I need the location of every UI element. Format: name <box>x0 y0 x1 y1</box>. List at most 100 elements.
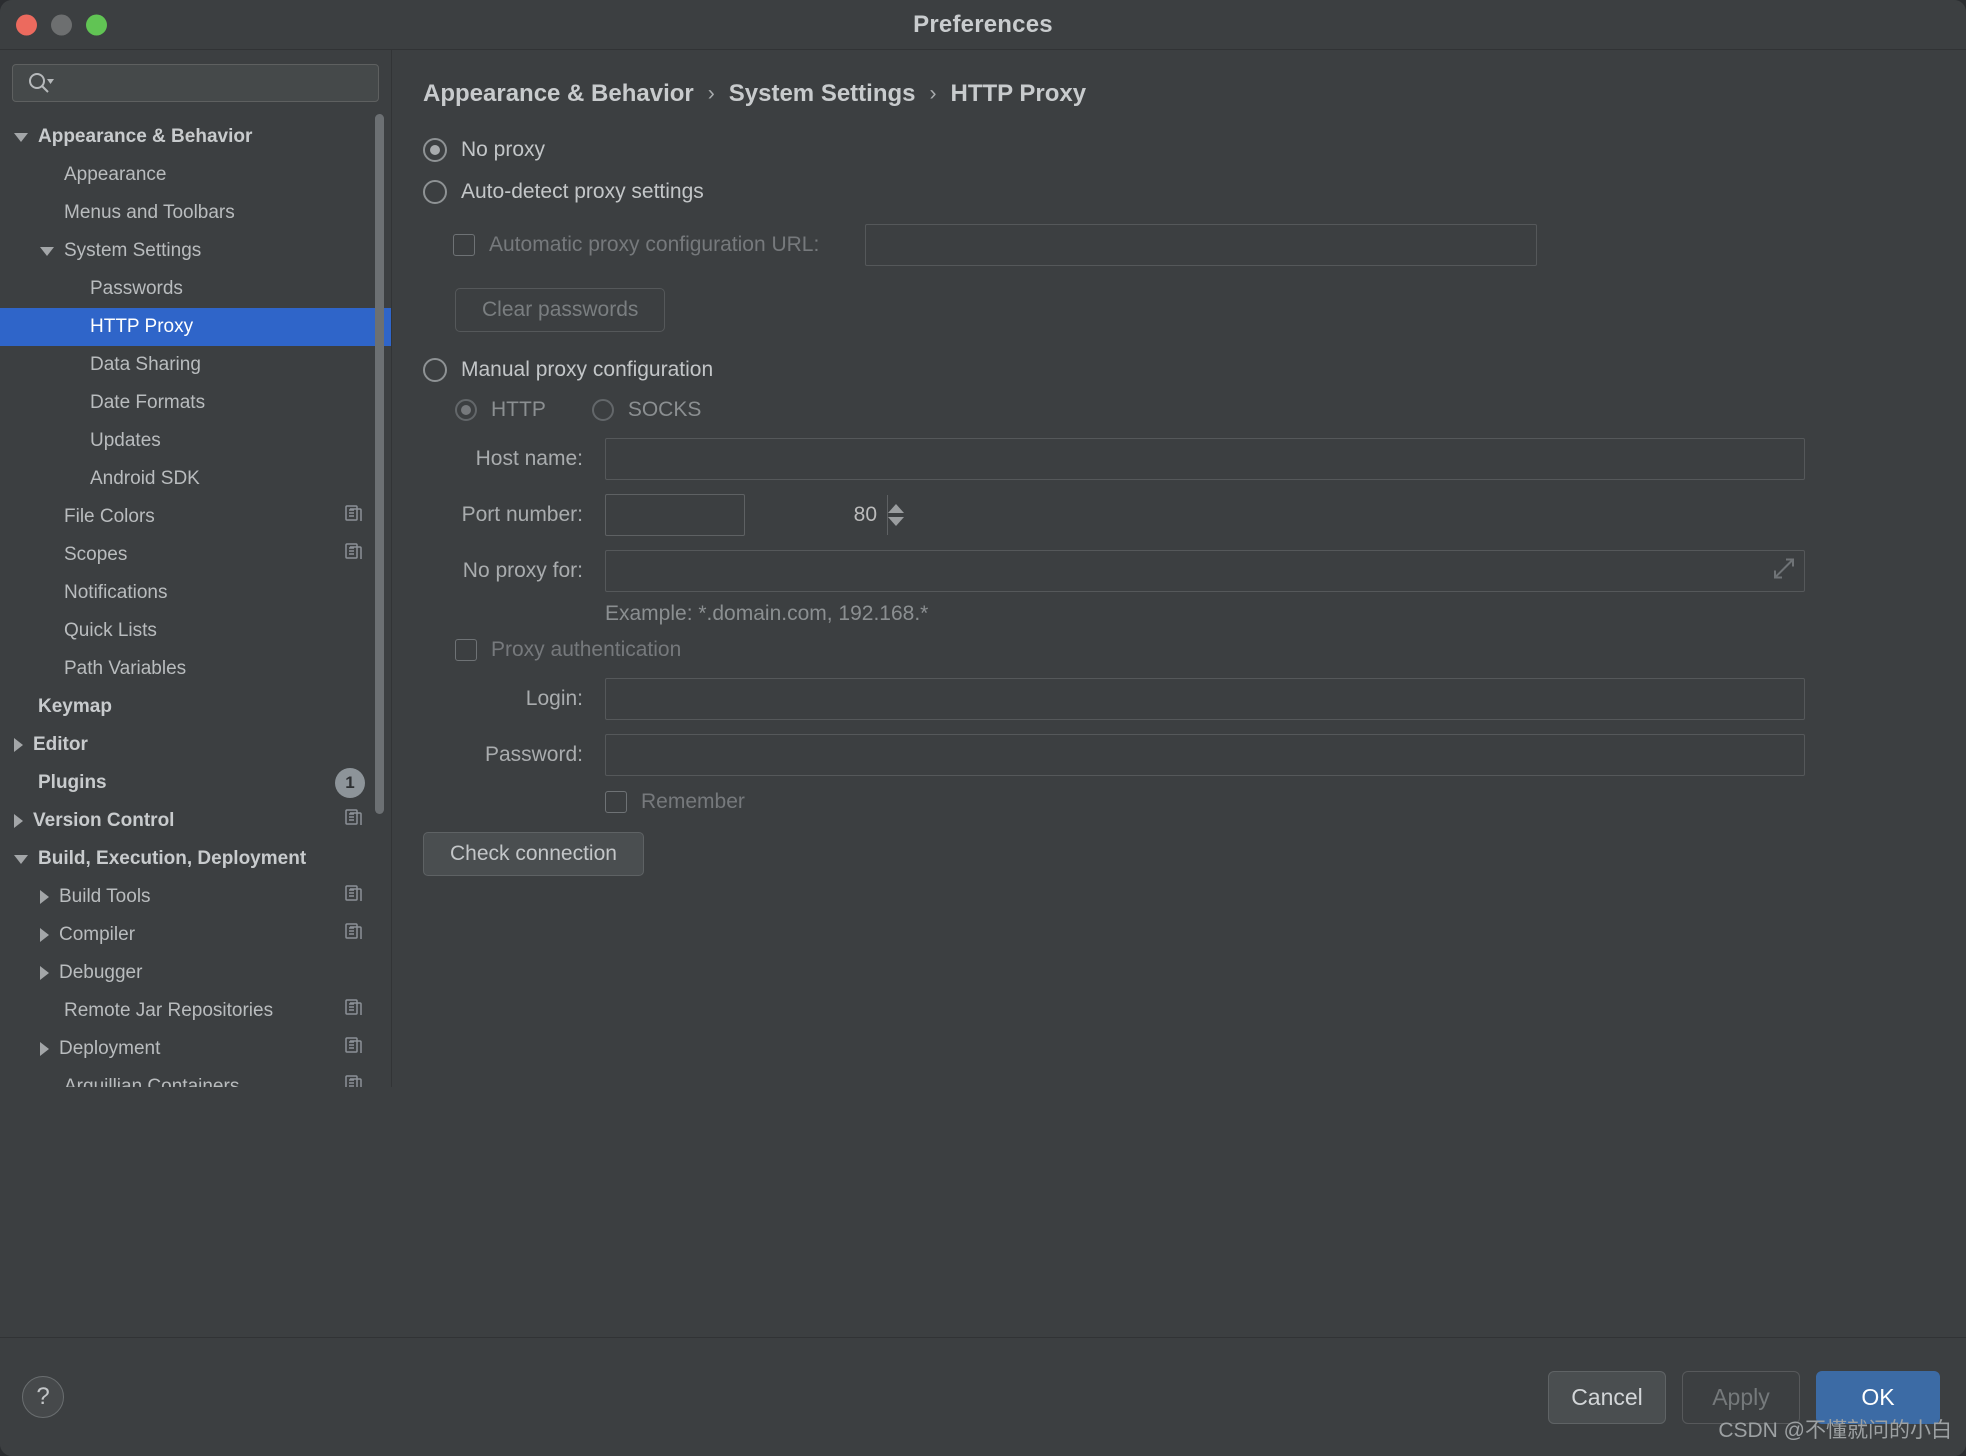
clear-passwords-button[interactable]: Clear passwords <box>455 288 666 332</box>
sidebar-item-label: Quick Lists <box>64 620 157 641</box>
sidebar-item-keymap[interactable]: Keymap <box>0 688 391 726</box>
password-input[interactable] <box>605 734 1805 776</box>
sidebar-scrollbar[interactable] <box>375 114 384 814</box>
auto-detect-radio[interactable] <box>423 180 447 204</box>
copy-settings-icon[interactable] <box>343 921 365 949</box>
sidebar-item-appearance[interactable]: Appearance <box>0 156 391 194</box>
stepper-arrows[interactable] <box>887 495 904 535</box>
minimize-window-button[interactable] <box>51 14 72 35</box>
no-proxy-label: No proxy <box>461 138 546 161</box>
sidebar-item-label: Notifications <box>64 582 168 603</box>
chevron-down-icon[interactable] <box>14 854 28 864</box>
sidebar-item-label: Path Variables <box>64 658 187 679</box>
stepper-down-icon[interactable] <box>888 517 904 526</box>
expand-icon[interactable] <box>1771 556 1797 587</box>
stepper-up-icon[interactable] <box>888 504 904 513</box>
chevron-down-icon[interactable] <box>40 246 54 256</box>
sidebar-item-updates[interactable]: Updates <box>0 422 391 460</box>
zoom-window-button[interactable] <box>86 14 107 35</box>
sidebar-item-remote-jar-repositories[interactable]: Remote Jar Repositories <box>0 992 391 1030</box>
sidebar-item-scopes[interactable]: Scopes <box>0 536 391 574</box>
sidebar-item-version-control[interactable]: Version Control <box>0 802 391 840</box>
sidebar-item-passwords[interactable]: Passwords <box>0 270 391 308</box>
remember-checkbox[interactable] <box>605 791 627 813</box>
clear-passwords-row: Clear passwords <box>455 288 1936 332</box>
search-input[interactable] <box>55 73 378 93</box>
copy-settings-icon[interactable] <box>343 503 365 531</box>
copy-settings-icon[interactable] <box>343 541 365 569</box>
manual-proxy-row[interactable]: Manual proxy configuration <box>423 358 1936 382</box>
traffic-light-controls <box>16 14 107 35</box>
sidebar-item-label: Arquillian Containers <box>64 1076 240 1087</box>
sidebar-item-menus-and-toolbars[interactable]: Menus and Toolbars <box>0 194 391 232</box>
sidebar-item-data-sharing[interactable]: Data Sharing <box>0 346 391 384</box>
copy-settings-icon[interactable] <box>343 883 365 911</box>
search-box[interactable] <box>12 64 379 102</box>
port-number-stepper[interactable] <box>605 494 904 536</box>
sidebar-item-http-proxy[interactable]: HTTP Proxy <box>0 308 391 346</box>
no-proxy-row[interactable]: No proxy <box>423 138 1936 162</box>
manual-proxy-radio[interactable] <box>423 358 447 382</box>
sidebar-item-deployment[interactable]: Deployment <box>0 1030 391 1068</box>
host-name-row: Host name: <box>423 438 1936 480</box>
settings-tree[interactable]: Appearance & Behavior Appearance Menus and… <box>0 118 391 1087</box>
http-radio[interactable] <box>455 399 477 421</box>
breadcrumb-system-settings[interactable]: System Settings <box>729 80 916 108</box>
sidebar-item-path-variables[interactable]: Path Variables <box>0 650 391 688</box>
sidebar-item-appearance-behavior[interactable]: Appearance & Behavior <box>0 118 391 156</box>
sidebar-item-label: Updates <box>90 430 161 451</box>
auto-url-checkbox[interactable] <box>453 234 475 256</box>
copy-settings-icon[interactable] <box>343 1073 365 1087</box>
search-container <box>0 50 391 102</box>
auto-url-input[interactable] <box>865 224 1537 266</box>
no-proxy-radio[interactable] <box>423 138 447 162</box>
close-window-button[interactable] <box>16 14 37 35</box>
copy-settings-icon[interactable] <box>343 807 365 835</box>
sidebar-item-editor[interactable]: Editor <box>0 726 391 764</box>
auto-detect-row[interactable]: Auto-detect proxy settings <box>423 180 1936 204</box>
check-connection-row: Check connection <box>423 832 1936 876</box>
sidebar-item-compiler[interactable]: Compiler <box>0 916 391 954</box>
sidebar-item-debugger[interactable]: Debugger <box>0 954 391 992</box>
example-hint-row: Example: *.domain.com, 192.168.* <box>605 602 1936 626</box>
chevron-right-icon[interactable] <box>40 1042 49 1056</box>
sidebar-item-date-formats[interactable]: Date Formats <box>0 384 391 422</box>
check-connection-button[interactable]: Check connection <box>423 832 644 876</box>
chevron-right-icon[interactable] <box>40 966 49 980</box>
chevron-right-icon[interactable] <box>40 928 49 942</box>
chevron-right-icon[interactable] <box>14 738 23 752</box>
sidebar-item-build-tools[interactable]: Build Tools <box>0 878 391 916</box>
cancel-button[interactable]: Cancel <box>1548 1370 1666 1424</box>
sidebar-item-android-sdk[interactable]: Android SDK <box>0 460 391 498</box>
sidebar-item-notifications[interactable]: Notifications <box>0 574 391 612</box>
sidebar-item-plugins[interactable]: Plugins 1 <box>0 764 391 802</box>
apply-button[interactable]: Apply <box>1682 1370 1800 1424</box>
chevron-right-icon[interactable] <box>40 890 49 904</box>
sidebar-item-label: Editor <box>33 734 88 755</box>
sidebar-item-quick-lists[interactable]: Quick Lists <box>0 612 391 650</box>
no-proxy-for-input[interactable] <box>605 550 1805 592</box>
ok-button[interactable]: OK <box>1816 1370 1940 1424</box>
sidebar-item-arquillian-containers[interactable]: Arquillian Containers <box>0 1068 391 1087</box>
host-name-input[interactable] <box>605 438 1805 480</box>
proxy-authentication-checkbox[interactable] <box>455 639 477 661</box>
breadcrumb-appearance-behavior[interactable]: Appearance & Behavior <box>423 80 694 108</box>
chevron-right-icon[interactable] <box>14 814 23 828</box>
no-proxy-for-field-wrap <box>605 550 1805 592</box>
sidebar-item-file-colors[interactable]: File Colors <box>0 498 391 536</box>
copy-settings-icon[interactable] <box>343 1035 365 1063</box>
chevron-down-icon[interactable] <box>14 132 28 142</box>
socks-radio[interactable] <box>591 399 614 421</box>
sidebar-item-label: Debugger <box>59 962 143 983</box>
login-input[interactable] <box>605 678 1805 720</box>
proxy-authentication-label: Proxy authentication <box>491 638 682 661</box>
sidebar-item-build-execution-deployment[interactable]: Build, Execution, Deployment <box>0 840 391 878</box>
protocol-row: HTTP SOCKS <box>455 398 1936 422</box>
port-number-input[interactable] <box>606 495 887 535</box>
sidebar-item-label: Date Formats <box>90 392 206 413</box>
http-label: HTTP <box>491 398 546 421</box>
copy-settings-icon[interactable] <box>343 997 365 1025</box>
sidebar-item-label: Data Sharing <box>90 354 201 375</box>
help-button[interactable]: ? <box>22 1376 64 1418</box>
sidebar-item-system-settings[interactable]: System Settings <box>0 232 391 270</box>
